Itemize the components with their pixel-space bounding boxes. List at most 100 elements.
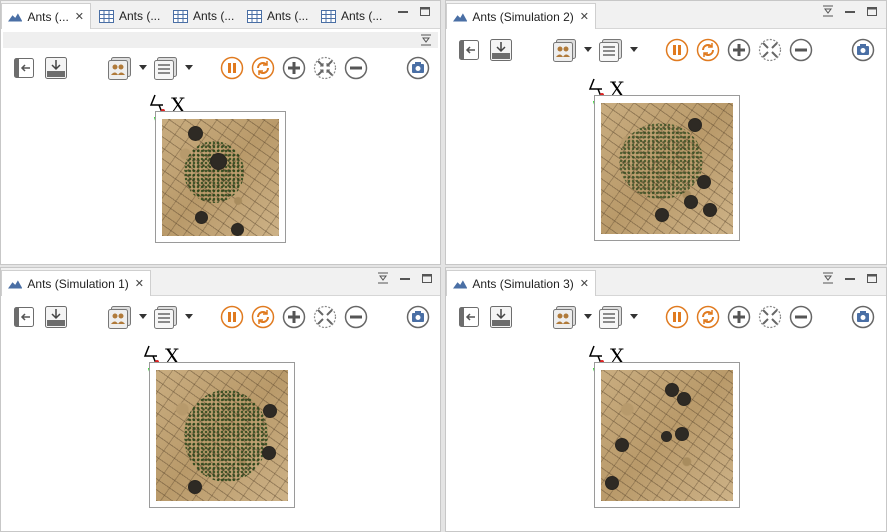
tab-label: Ants (... [119, 9, 161, 23]
layers-button[interactable] [552, 304, 578, 330]
zoom-fit-button[interactable] [312, 304, 338, 330]
food-pile [263, 404, 277, 418]
maximize-icon[interactable] [421, 272, 433, 284]
layers-icon [553, 306, 576, 329]
tab-ants-display[interactable]: Ants (... ✕ [1, 3, 91, 29]
reload-button[interactable] [250, 304, 276, 330]
zoom-out-button[interactable] [343, 55, 369, 81]
display-options-button[interactable] [598, 304, 624, 330]
simulation-display[interactable]: X [586, 342, 746, 512]
layers-button[interactable] [107, 304, 133, 330]
simulation-display[interactable]: X [141, 342, 301, 512]
zoom-out-button[interactable] [788, 304, 814, 330]
layers-dropdown[interactable] [139, 55, 147, 81]
zoom-out-button[interactable] [788, 37, 814, 63]
minimize-icon[interactable] [844, 5, 856, 17]
zoom-in-button[interactable] [281, 55, 307, 81]
toggle-side-panel-icon [459, 40, 479, 60]
simulation-frame [155, 111, 286, 243]
pause-button[interactable] [219, 55, 245, 81]
zoom-in-button[interactable] [726, 304, 752, 330]
export-button[interactable] [43, 304, 69, 330]
tab-ants-table-4[interactable]: Ants (... [315, 3, 389, 29]
restore-icon[interactable] [377, 272, 389, 284]
chevron-down-icon [584, 314, 592, 319]
display-options-dropdown[interactable] [185, 55, 193, 81]
pause-button[interactable] [219, 304, 245, 330]
maximize-icon[interactable] [866, 5, 878, 17]
zoom-fit-button[interactable] [757, 37, 783, 63]
food-pile [677, 392, 691, 406]
display-options-dropdown[interactable] [185, 304, 193, 330]
export-button[interactable] [43, 55, 69, 81]
layers-dropdown[interactable] [139, 304, 147, 330]
toggle-side-panel-icon [14, 58, 34, 78]
tab-ants-simulation-1[interactable]: Ants (Simulation 1) ✕ [1, 270, 151, 296]
table-icon [99, 9, 114, 23]
tab-ants-table-1[interactable]: Ants (... [93, 3, 167, 29]
layers-icon [553, 39, 576, 62]
toggle-side-panel-button[interactable] [456, 304, 482, 330]
layers-button[interactable] [107, 55, 133, 81]
snapshot-button[interactable] [405, 304, 431, 330]
restore-icon[interactable] [420, 34, 432, 49]
simulation-display[interactable]: X [147, 93, 292, 245]
pause-button[interactable] [664, 304, 690, 330]
reload-button[interactable] [695, 37, 721, 63]
snapshot-button[interactable] [850, 304, 876, 330]
close-icon[interactable]: ✕ [75, 10, 84, 23]
close-icon[interactable]: ✕ [135, 277, 144, 290]
display-options-button[interactable] [153, 55, 179, 81]
tab-label: Ants (Simulation 1) [27, 276, 129, 291]
export-button[interactable] [488, 304, 514, 330]
maximize-icon[interactable] [419, 5, 431, 17]
zoom-fit-button[interactable] [312, 55, 338, 81]
toggle-side-panel-button[interactable] [456, 37, 482, 63]
food-pile [697, 175, 711, 189]
reload-button[interactable] [695, 304, 721, 330]
toggle-side-panel-button[interactable] [11, 304, 37, 330]
display-options-dropdown[interactable] [630, 304, 638, 330]
display-options-button[interactable] [153, 304, 179, 330]
minimize-icon[interactable] [399, 272, 411, 284]
snapshot-button[interactable] [405, 55, 431, 81]
tab-ants-table-3[interactable]: Ants (... [241, 3, 315, 29]
zoom-in-button[interactable] [281, 304, 307, 330]
display-options-dropdown[interactable] [630, 37, 638, 63]
snapshot-button[interactable] [850, 37, 876, 63]
zoom-in-button[interactable] [726, 37, 752, 63]
toggle-side-panel-button[interactable] [11, 55, 37, 81]
zoom-fit-button[interactable] [757, 304, 783, 330]
simulation-display[interactable]: X [586, 75, 746, 243]
tab-ants-table-2[interactable]: Ants (... [167, 3, 241, 29]
horizontal-sash[interactable] [0, 265, 887, 267]
display-options-icon [154, 306, 177, 329]
table-icon [173, 9, 188, 23]
layers-dropdown[interactable] [584, 37, 592, 63]
tab-ants-simulation-2[interactable]: Ants (Simulation 2) ✕ [446, 3, 596, 29]
ant-colony [184, 390, 268, 482]
pane-top-right: Ants (Simulation 2) ✕ X [445, 0, 887, 265]
pause-button[interactable] [664, 37, 690, 63]
close-icon[interactable]: ✕ [580, 10, 589, 23]
minimize-icon[interactable] [844, 272, 856, 284]
export-button[interactable] [488, 37, 514, 63]
tab-ants-simulation-3[interactable]: Ants (Simulation 3) ✕ [446, 270, 596, 296]
restore-icon[interactable] [822, 5, 834, 17]
tab-bar: Ants (Simulation 3) ✕ [446, 268, 886, 296]
pause-icon [220, 305, 244, 329]
layers-button[interactable] [552, 37, 578, 63]
tab-label: Ants (Simulation 2) [472, 9, 574, 24]
zoom-out-button[interactable] [343, 304, 369, 330]
soil-environment [162, 119, 279, 236]
reload-button[interactable] [250, 55, 276, 81]
export-icon [490, 306, 512, 328]
close-icon[interactable]: ✕ [580, 277, 589, 290]
restore-icon[interactable] [822, 272, 834, 284]
layers-dropdown[interactable] [584, 304, 592, 330]
zoom-in-icon [727, 38, 751, 62]
minimize-icon[interactable] [397, 5, 409, 17]
maximize-icon[interactable] [866, 272, 878, 284]
reload-icon [251, 305, 275, 329]
display-options-button[interactable] [598, 37, 624, 63]
